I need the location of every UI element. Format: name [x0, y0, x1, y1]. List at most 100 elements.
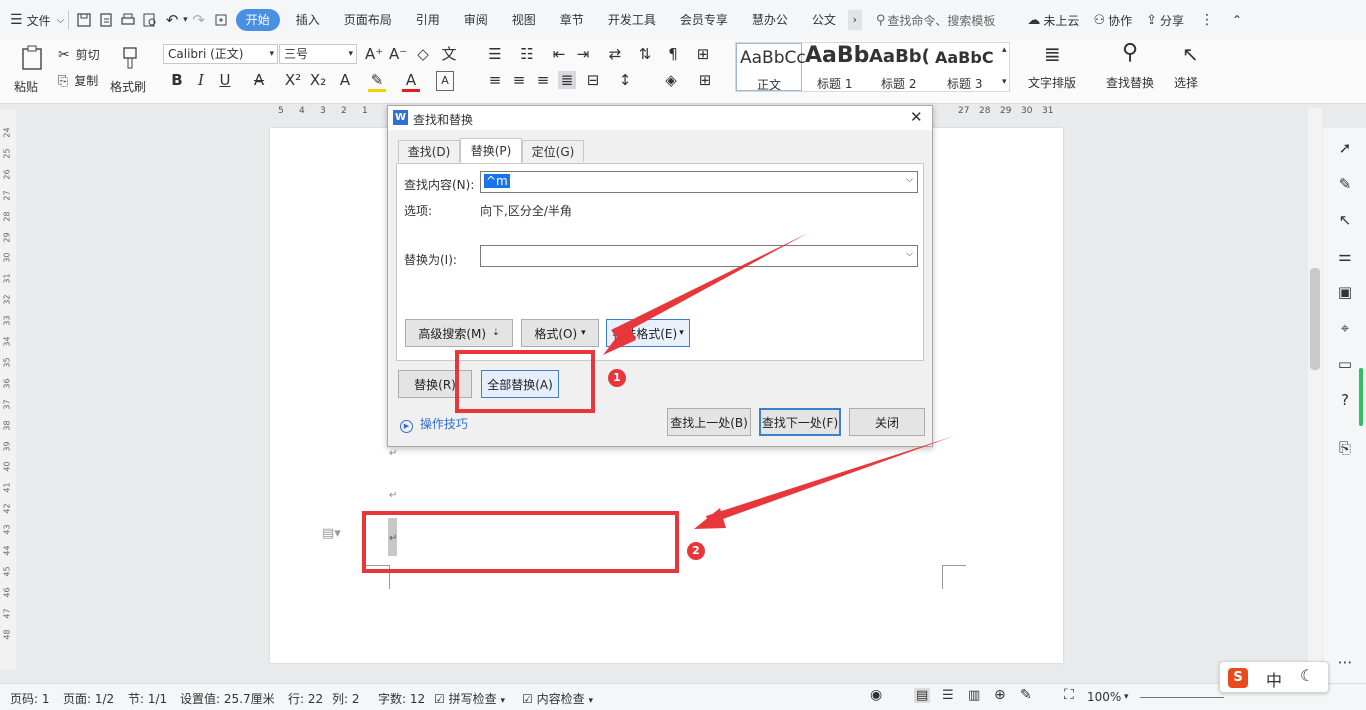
- tab-chapter[interactable]: 章节: [548, 9, 596, 31]
- sort-icon[interactable]: ⇅: [636, 45, 654, 63]
- format-painter-button[interactable]: 格式刷: [110, 44, 150, 100]
- style-heading-3[interactable]: AaBbC 标题 3: [935, 43, 1001, 91]
- tab-member[interactable]: 会员专享: [668, 9, 740, 31]
- tab-view[interactable]: 视图: [500, 9, 548, 31]
- cursor-icon[interactable]: ↖: [1335, 210, 1355, 230]
- highlight-icon[interactable]: ✎: [368, 71, 386, 92]
- export-pdf-icon[interactable]: [95, 9, 117, 31]
- more-icon[interactable]: ⋯: [1335, 652, 1355, 672]
- close-icon[interactable]: ✕: [910, 108, 923, 126]
- show-marks-icon[interactable]: ¶: [664, 45, 682, 63]
- column-info[interactable]: 列: 2: [332, 690, 360, 707]
- special-format-button[interactable]: 特殊格式(E) ▾: [606, 319, 690, 347]
- spell-check-button[interactable]: ☑ 拼写检查 ▾: [434, 690, 505, 707]
- chevron-down-icon[interactable]: ⌵: [906, 175, 913, 185]
- rocket-icon[interactable]: ➚: [1335, 138, 1355, 158]
- ime-toolbar[interactable]: S 中 ☾: [1219, 661, 1329, 693]
- gallery-scroll-icon[interactable]: ▴: [1002, 45, 1007, 55]
- undo-icon[interactable]: ↶: [161, 9, 183, 31]
- align-center-icon[interactable]: ≡: [510, 71, 528, 89]
- cloud-status-button[interactable]: ☁ 未上云: [1027, 12, 1079, 29]
- eye-protection-icon[interactable]: ◉: [870, 687, 882, 703]
- document-tool-icon[interactable]: ⎘: [1335, 438, 1355, 458]
- line-spacing-icon[interactable]: ↕: [616, 71, 634, 89]
- row-info[interactable]: 行: 22: [288, 690, 323, 707]
- underline-icon[interactable]: U: [216, 71, 234, 89]
- font-name-select[interactable]: Calibri (正文) ▾: [163, 44, 278, 64]
- tab-stop-icon[interactable]: ⊞: [694, 45, 712, 63]
- zoom-level[interactable]: 100%: [1087, 690, 1121, 704]
- find-replace-button[interactable]: ⚲ 查找替换: [1104, 40, 1168, 98]
- italic-icon[interactable]: I: [192, 71, 210, 89]
- bullet-list-icon[interactable]: ☰: [486, 45, 504, 63]
- tab-page-layout[interactable]: 页面布局: [332, 9, 404, 31]
- shading-icon[interactable]: ◈: [662, 71, 680, 89]
- page-count[interactable]: 页面: 1/2: [63, 690, 114, 707]
- format-button[interactable]: 格式(O) ▾: [521, 319, 599, 347]
- help-icon[interactable]: ?: [1335, 390, 1355, 410]
- save-icon[interactable]: [73, 9, 95, 31]
- zoom-slider[interactable]: [1140, 697, 1224, 698]
- replace-input[interactable]: ⌵: [480, 245, 918, 267]
- copy-button[interactable]: ⎘ 复制: [58, 72, 98, 89]
- word-count[interactable]: 字数: 12: [378, 690, 425, 707]
- tab-references[interactable]: 引用: [404, 9, 452, 31]
- tab-find[interactable]: 查找(D): [398, 140, 460, 162]
- sliders-icon[interactable]: ⚌: [1335, 246, 1355, 266]
- vertical-scrollbar[interactable]: [1308, 108, 1322, 683]
- bold-icon[interactable]: B: [168, 71, 186, 89]
- numbered-list-icon[interactable]: ☷: [518, 45, 536, 63]
- align-left-icon[interactable]: ≡: [486, 71, 504, 89]
- pen-icon[interactable]: ✎: [1335, 174, 1355, 194]
- print-icon[interactable]: [117, 9, 139, 31]
- page-number[interactable]: 页码: 1: [10, 690, 50, 707]
- tab-official-doc[interactable]: 公文: [800, 9, 848, 31]
- command-search[interactable]: ⚲ 查找命令、搜索模板: [876, 12, 996, 29]
- tab-developer[interactable]: 开发工具: [596, 9, 668, 31]
- scrollbar-thumb[interactable]: [1310, 268, 1320, 370]
- redo-icon[interactable]: ↷: [188, 9, 210, 31]
- phonetic-guide-icon[interactable]: 文: [440, 45, 458, 63]
- location-icon[interactable]: ⌖: [1335, 318, 1355, 338]
- select-button[interactable]: ↖ 选择: [1172, 42, 1212, 98]
- gallery-scroll-icon[interactable]: ▾: [1002, 77, 1007, 87]
- share-button[interactable]: ⇪ 分享: [1146, 12, 1184, 29]
- cut-button[interactable]: ✂ 剪切: [58, 46, 100, 63]
- outline-view-icon[interactable]: ☰: [942, 688, 954, 703]
- style-normal[interactable]: AaBbCc 正文: [736, 43, 806, 92]
- fit-page-icon[interactable]: ⛶: [1064, 687, 1074, 703]
- tab-goto[interactable]: 定位(G): [522, 140, 584, 162]
- char-border-icon[interactable]: A: [436, 71, 454, 91]
- decrease-indent-icon[interactable]: ⇤: [550, 45, 568, 63]
- close-button[interactable]: 关闭: [849, 408, 925, 436]
- chevron-down-icon[interactable]: ⌵: [906, 249, 913, 259]
- content-check-button[interactable]: ☑ 内容检查 ▾: [522, 690, 593, 707]
- clear-format-icon[interactable]: ◇: [414, 45, 432, 63]
- superscript-icon[interactable]: X²: [284, 71, 302, 89]
- book-icon[interactable]: ▭: [1335, 354, 1355, 374]
- subscript-icon[interactable]: X₂: [309, 71, 327, 89]
- customize-icon[interactable]: [210, 9, 232, 31]
- tab-review[interactable]: 审阅: [452, 9, 500, 31]
- tips-link[interactable]: ▶ 操作技巧: [400, 415, 468, 433]
- tab-smart-office[interactable]: 慧办公: [740, 9, 800, 31]
- find-next-button[interactable]: 查找下一处(F): [759, 408, 841, 436]
- section-info[interactable]: 节: 1/1: [128, 690, 167, 707]
- increase-indent-icon[interactable]: ⇥: [574, 45, 592, 63]
- border-icon[interactable]: ⊞: [696, 71, 714, 89]
- collaborate-button[interactable]: ⚇ 协作: [1093, 12, 1132, 29]
- file-menu[interactable]: ☰ 文件 ⌵: [0, 12, 64, 29]
- reading-view-icon[interactable]: ▥: [968, 688, 980, 703]
- find-input[interactable]: ^m ⌵: [480, 171, 918, 193]
- writing-mode-icon[interactable]: ✎: [1020, 687, 1032, 703]
- print-preview-icon[interactable]: [139, 9, 161, 31]
- style-heading-1[interactable]: AaBb 标题 1: [803, 43, 869, 91]
- advanced-search-button[interactable]: 高级搜索(M) ⇣: [405, 319, 513, 347]
- style-heading-2[interactable]: AaBb( 标题 2: [869, 43, 935, 91]
- page-view-icon[interactable]: ▤: [914, 688, 931, 703]
- more-options-icon[interactable]: ⋮: [1200, 12, 1214, 28]
- font-size-select[interactable]: 三号 ▾: [279, 44, 357, 64]
- text-effect-icon[interactable]: A: [336, 71, 354, 89]
- grow-font-icon[interactable]: A⁺: [365, 45, 383, 63]
- tab-home[interactable]: 开始: [235, 9, 280, 31]
